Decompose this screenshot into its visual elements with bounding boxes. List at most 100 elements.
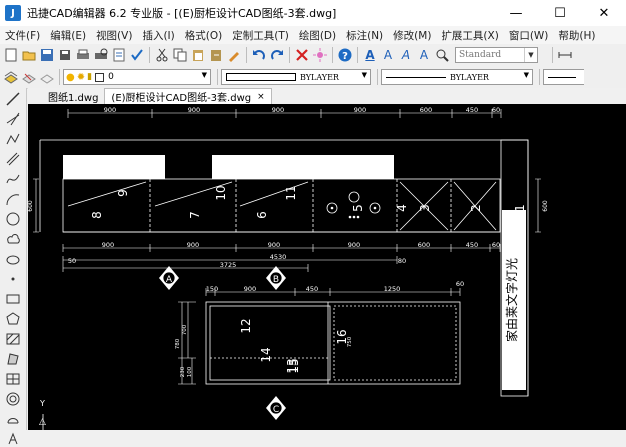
line-tool-icon[interactable] bbox=[3, 90, 23, 107]
help-icon[interactable]: ? bbox=[337, 47, 353, 63]
arc-tool-icon[interactable] bbox=[3, 190, 23, 207]
close-button[interactable]: ✕ bbox=[582, 0, 626, 26]
top-dim-5: 600 bbox=[420, 106, 432, 114]
redo-icon[interactable] bbox=[269, 47, 285, 63]
wipeout-tool-icon[interactable] bbox=[3, 410, 23, 427]
new-file-icon[interactable] bbox=[3, 47, 19, 63]
text-single-icon[interactable]: A bbox=[380, 47, 396, 63]
chevron-down-icon: ▼ bbox=[201, 71, 207, 79]
polyline-tool-icon[interactable] bbox=[3, 130, 23, 147]
open-folder-icon[interactable] bbox=[21, 47, 37, 63]
island-dim-2: 900 bbox=[244, 285, 256, 293]
construction-line-icon[interactable] bbox=[3, 110, 23, 127]
point-tool-icon[interactable] bbox=[3, 270, 23, 287]
island-dim-4: 1250 bbox=[384, 285, 401, 293]
multiline-tool-icon[interactable] bbox=[3, 150, 23, 167]
menu-custom-tools[interactable]: 定制工具(T) bbox=[227, 28, 294, 43]
text-find-icon[interactable] bbox=[434, 47, 450, 63]
minimize-button[interactable]: — bbox=[494, 0, 538, 26]
paste-icon[interactable] bbox=[190, 47, 206, 63]
rectangle-tool-icon[interactable] bbox=[3, 290, 23, 307]
tab-cabinet-design[interactable]: (E)厨柜设计CAD图纸-3套.dwg × bbox=[104, 88, 272, 104]
linetype-select[interactable]: BYLAYER ▼ bbox=[221, 69, 371, 85]
layer-toolbar: ● ✹ ▮ 0 ▼ BYLAYER ▼ BYLAYER ▼ bbox=[0, 66, 626, 89]
layer-state-icon[interactable] bbox=[39, 69, 55, 85]
sun-icon: ✹ bbox=[76, 71, 86, 83]
toolbar-separator bbox=[149, 47, 150, 63]
page-setup-icon[interactable] bbox=[111, 47, 127, 63]
cabinet-number-2: 2 bbox=[469, 204, 483, 212]
save-icon[interactable] bbox=[39, 47, 55, 63]
menu-edit[interactable]: 编辑(E) bbox=[45, 28, 91, 43]
ellipse-tool-icon[interactable] bbox=[3, 250, 23, 267]
cabinet-number-9: 9 bbox=[116, 189, 130, 197]
text-style-select[interactable]: Standard ▼ bbox=[455, 47, 538, 63]
polygon-tool-icon[interactable] bbox=[3, 310, 23, 327]
menu-extend-tools[interactable]: 扩展工具(X) bbox=[436, 28, 503, 43]
text-scale-icon[interactable]: A bbox=[416, 47, 432, 63]
wall-cabinet-right bbox=[212, 155, 394, 179]
menu-draw[interactable]: 绘图(D) bbox=[294, 28, 341, 43]
circle-tool-icon[interactable] bbox=[3, 210, 23, 227]
cut-icon[interactable] bbox=[154, 47, 170, 63]
menu-dimension[interactable]: 标注(N) bbox=[341, 28, 388, 43]
menu-format[interactable]: 格式(O) bbox=[180, 28, 227, 43]
ucs-y-label: Y bbox=[39, 399, 45, 408]
layer-previous-icon[interactable] bbox=[21, 69, 37, 85]
table-tool-icon[interactable] bbox=[3, 370, 23, 387]
region-tool-icon[interactable] bbox=[3, 350, 23, 367]
layer-manager-icon[interactable] bbox=[3, 69, 19, 85]
bottom-dimension-labels: 900 900 900 900 600 450 60 4530 3725 50 … bbox=[68, 241, 500, 269]
menu-modify[interactable]: 修改(M) bbox=[388, 28, 436, 43]
donut-tool-icon[interactable] bbox=[3, 390, 23, 407]
menu-view[interactable]: 视图(V) bbox=[91, 28, 137, 43]
chevron-down-icon: ▼ bbox=[523, 71, 529, 79]
app-logo-icon: J bbox=[5, 5, 21, 21]
toolbar-separator bbox=[332, 47, 333, 63]
island-dim-1: 150 bbox=[206, 285, 218, 293]
section-marker-b-label: B bbox=[273, 275, 279, 285]
plot-style-select[interactable] bbox=[543, 69, 584, 85]
island-number-15: 15 bbox=[287, 358, 301, 373]
paste-special-icon[interactable] bbox=[208, 47, 224, 63]
ucs-indicator: Y △ bbox=[39, 399, 46, 430]
copy-icon[interactable] bbox=[172, 47, 188, 63]
menu-bar: 文件(F) 编辑(E) 视图(V) 插入(I) 格式(O) 定制工具(T) 绘图… bbox=[0, 26, 626, 44]
menu-file[interactable]: 文件(F) bbox=[0, 28, 45, 43]
cabinet-number-4: 4 bbox=[395, 204, 409, 212]
match-properties-icon[interactable] bbox=[226, 47, 242, 63]
tab-drawing1[interactable]: 图纸1.dwg bbox=[42, 89, 104, 104]
print-icon[interactable] bbox=[75, 47, 91, 63]
island-vertical-dim: 750 bbox=[347, 336, 353, 347]
delete-icon[interactable] bbox=[294, 47, 310, 63]
dim-style-icon[interactable] bbox=[557, 47, 573, 63]
text-tool-icon[interactable] bbox=[3, 430, 23, 447]
cabinet-number-10: 10 bbox=[214, 185, 228, 200]
undo-icon[interactable] bbox=[251, 47, 267, 63]
layer-select[interactable]: ● ✹ ▮ 0 ▼ bbox=[63, 69, 211, 85]
cad-drawing: 900 900 900 900 600 450 60 9 8 10 7 11 6… bbox=[28, 106, 549, 430]
window-controls: — ☐ ✕ bbox=[494, 0, 626, 26]
cabinet-number-7: 7 bbox=[188, 211, 202, 219]
explode-icon[interactable] bbox=[312, 47, 328, 63]
menu-insert[interactable]: 插入(I) bbox=[137, 28, 179, 43]
text-style-icon[interactable]: A bbox=[362, 47, 378, 63]
section-marker-a: A bbox=[159, 266, 179, 290]
close-icon[interactable]: × bbox=[257, 92, 265, 102]
hatch-tool-icon[interactable] bbox=[3, 330, 23, 347]
revcloud-tool-icon[interactable] bbox=[3, 230, 23, 247]
drawing-canvas[interactable]: 900 900 900 900 600 450 60 9 8 10 7 11 6… bbox=[28, 104, 626, 430]
menu-help[interactable]: 帮助(H) bbox=[553, 28, 600, 43]
check-icon[interactable] bbox=[129, 47, 145, 63]
maximize-button[interactable]: ☐ bbox=[538, 0, 582, 26]
save-all-icon[interactable] bbox=[57, 47, 73, 63]
chevron-down-icon: ▼ bbox=[524, 48, 537, 62]
text-edit-icon[interactable]: A bbox=[398, 47, 414, 63]
lineweight-select[interactable]: BYLAYER ▼ bbox=[381, 69, 533, 85]
cabinet-number-11: 11 bbox=[284, 185, 298, 200]
spline-tool-icon[interactable] bbox=[3, 170, 23, 187]
menu-window[interactable]: 窗口(W) bbox=[504, 28, 554, 43]
island-dim-5: 60 bbox=[456, 280, 464, 288]
print-preview-icon[interactable] bbox=[93, 47, 109, 63]
island-dim-3: 450 bbox=[306, 285, 318, 293]
